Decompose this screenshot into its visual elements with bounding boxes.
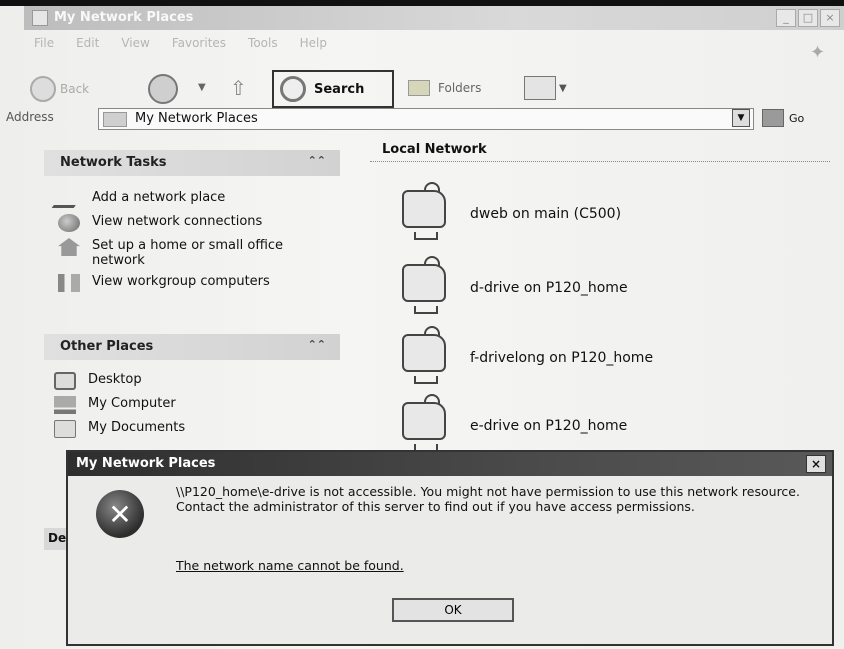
search-icon (280, 76, 306, 102)
network-places-icon (32, 10, 48, 26)
place-my-computer[interactable]: My Computer (54, 396, 344, 414)
folders-label: Folders (438, 81, 482, 95)
collapse-icon[interactable]: ⌃⌃ (308, 154, 326, 167)
search-button[interactable]: Search (272, 70, 394, 108)
network-connections-icon (58, 214, 80, 232)
maximize-button[interactable]: □ (798, 9, 818, 27)
place-label: My Documents (88, 420, 186, 435)
folders-button[interactable]: Folders (408, 80, 481, 96)
address-bar: Address My Network Places ▼ Go (0, 106, 844, 132)
my-computer-icon (54, 396, 76, 414)
task-label: Add a network place (92, 190, 226, 205)
menu-help[interactable]: Help (300, 36, 327, 50)
dialog-close-button[interactable]: × (806, 455, 826, 473)
error-message: \\P120_home\e-drive is not accessible. Y… (176, 484, 800, 514)
place-label: My Computer (88, 396, 176, 411)
collapse-icon[interactable]: ⌃⌃ (308, 338, 326, 351)
go-arrow-icon (762, 109, 784, 127)
address-field[interactable]: My Network Places (98, 108, 754, 130)
task-view-network-connections[interactable]: View network connections (58, 214, 348, 232)
place-label: Desktop (88, 372, 142, 387)
ok-button[interactable]: OK (392, 598, 514, 622)
network-places-icon (103, 112, 127, 127)
share-label: d-drive on P120_home (470, 280, 628, 296)
title-bar: My Network Places _ □ × (24, 6, 844, 30)
menu-edit[interactable]: Edit (76, 36, 99, 50)
error-detail: The network name cannot be found. (176, 558, 404, 573)
menu-favorites[interactable]: Favorites (172, 36, 226, 50)
menu-view[interactable]: View (121, 36, 149, 50)
task-label: View network connections (92, 214, 263, 229)
menu-tools[interactable]: Tools (248, 36, 278, 50)
task-setup-home-network[interactable]: Set up a home or small office network (58, 238, 348, 268)
close-button[interactable]: × (820, 9, 840, 27)
search-label: Search (314, 81, 365, 97)
address-dropdown-icon[interactable]: ▼ (732, 109, 750, 127)
share-item[interactable]: dweb on main (C500) (392, 180, 812, 244)
other-places-header[interactable]: Other Places ⌃⌃ (44, 334, 340, 360)
back-label: Back (60, 82, 90, 96)
network-tasks-header[interactable]: Network Tasks ⌃⌃ (44, 150, 340, 176)
section-divider (370, 161, 830, 162)
toolbar: Back ▼ ⇧ Search Folders ▼ (24, 66, 824, 110)
dialog-title: My Network Places (68, 452, 832, 476)
back-button[interactable]: Back (30, 76, 89, 102)
task-label: View workgroup computers (92, 274, 270, 289)
my-documents-icon (54, 420, 76, 438)
windows-logo-icon: ✦ (810, 42, 826, 63)
window-title: My Network Places (54, 10, 194, 25)
add-network-place-icon (51, 190, 87, 208)
menu-file[interactable]: File (34, 36, 54, 50)
error-dialog: My Network Places × ✕ \\P120_home\e-driv… (66, 450, 834, 646)
network-share-icon (394, 392, 458, 454)
place-desktop[interactable]: Desktop (54, 372, 344, 390)
views-icon (524, 76, 556, 100)
task-label: Set up a home or small office network (92, 238, 284, 268)
menu-bar: File Edit View Favorites Tools Help (34, 36, 327, 50)
forward-button[interactable] (148, 74, 178, 104)
share-label: dweb on main (C500) (470, 206, 622, 222)
other-places-title: Other Places (60, 339, 154, 354)
local-network-title: Local Network (382, 142, 487, 157)
share-label: f-drivelong on P120_home (470, 350, 654, 366)
address-label: Address (6, 110, 54, 124)
workgroup-icon (58, 274, 80, 292)
go-button[interactable]: Go (762, 109, 804, 127)
home-network-icon (58, 238, 80, 256)
explorer-window: My Network Places _ □ × File Edit View F… (0, 0, 844, 649)
share-item[interactable]: d-drive on P120_home (392, 254, 812, 318)
network-share-icon (394, 324, 458, 386)
network-share-icon (394, 254, 458, 316)
share-item[interactable]: e-drive on P120_home (392, 392, 812, 456)
share-item[interactable]: f-drivelong on P120_home (392, 324, 812, 388)
network-tasks-list: Add a network place View network connect… (51, 190, 348, 298)
minimize-button[interactable]: _ (776, 9, 796, 27)
go-label: Go (789, 111, 805, 125)
task-view-workgroup-computers[interactable]: View workgroup computers (58, 274, 348, 292)
share-label: e-drive on P120_home (470, 418, 628, 434)
back-arrow-icon (30, 76, 56, 102)
views-button[interactable]: ▼ (524, 76, 567, 100)
views-dropdown-icon: ▼ (559, 82, 567, 94)
address-value: My Network Places (135, 111, 258, 126)
other-places-list: Desktop My Computer My Documents (54, 372, 344, 444)
up-folder-icon[interactable]: ⇧ (230, 76, 247, 100)
network-share-icon (394, 180, 458, 242)
forward-dropdown-icon[interactable]: ▼ (198, 82, 206, 93)
network-tasks-title: Network Tasks (60, 155, 167, 170)
error-icon: ✕ (96, 490, 144, 538)
folders-icon (408, 80, 430, 96)
place-my-documents[interactable]: My Documents (54, 420, 344, 438)
task-add-network-place[interactable]: Add a network place (51, 190, 348, 208)
desktop-icon (54, 372, 76, 390)
